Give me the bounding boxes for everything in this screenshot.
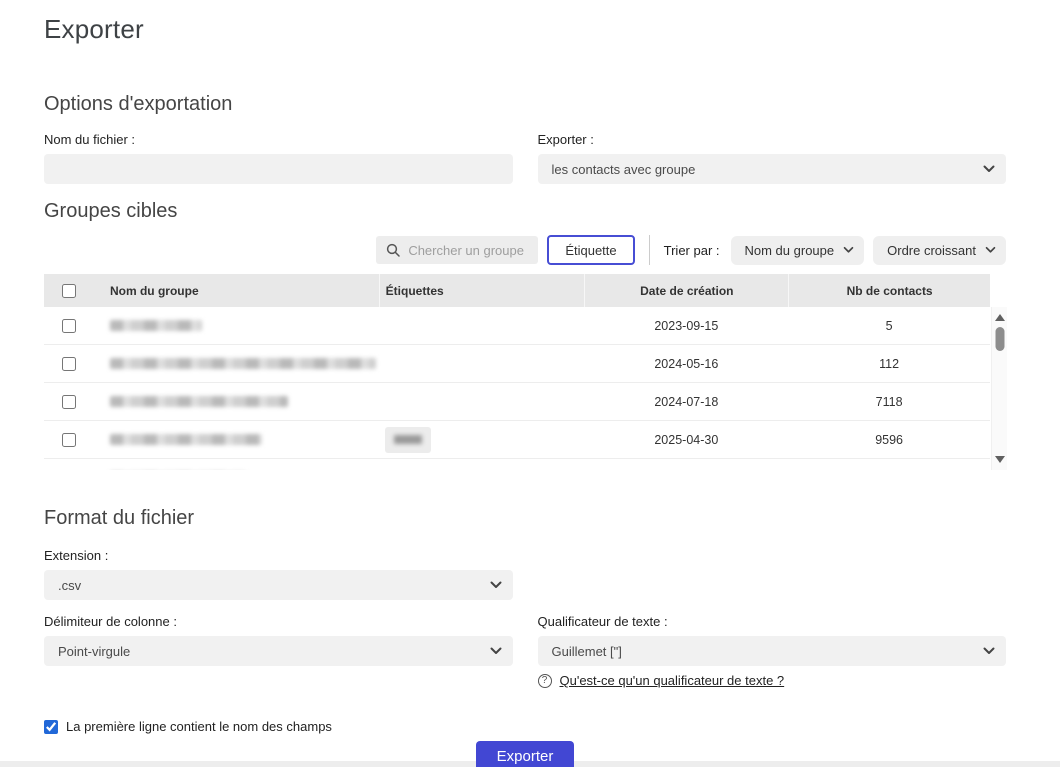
cell-date: 2024-07-18 xyxy=(584,395,788,409)
filename-label: Nom du fichier : xyxy=(44,132,513,147)
group-filter-toolbar: Étiquette Trier par : Nom du groupe Ordr… xyxy=(44,235,1006,265)
group-table-body: 2023-09-15 5 2024-05-16 112 2024-07-18 7… xyxy=(44,307,990,470)
filename-input[interactable] xyxy=(44,154,513,184)
cell-date: 2024-05-16 xyxy=(584,357,788,371)
redacted-group-name xyxy=(110,396,288,407)
delimiter-value: Point-virgule xyxy=(58,644,130,659)
tag-chip xyxy=(385,427,431,453)
row-checkbox[interactable] xyxy=(62,357,76,371)
cell-contacts: 9596 xyxy=(788,433,990,447)
groups-section-heading: Groupes cibles xyxy=(44,200,1006,223)
qualifier-label: Qualificateur de texte : xyxy=(538,614,1007,629)
cell-date: 2025-04-30 xyxy=(584,433,788,447)
toolbar-divider xyxy=(649,235,650,265)
export-button[interactable]: Exporter xyxy=(476,741,575,767)
sort-order-value: Ordre croissant xyxy=(887,243,976,258)
chevron-down-icon xyxy=(983,165,995,173)
column-header-tags: Étiquettes xyxy=(379,274,585,307)
scrollbar-thumb[interactable] xyxy=(995,327,1004,351)
qualifier-help-link[interactable]: Qu'est-ce qu'un qualificateur de texte ? xyxy=(560,673,785,688)
column-header-date: Date de création xyxy=(584,274,788,307)
chevron-down-icon xyxy=(985,247,996,254)
search-icon xyxy=(386,243,400,257)
redacted-group-name xyxy=(110,358,376,369)
row-checkbox[interactable] xyxy=(62,433,76,447)
group-search-input[interactable] xyxy=(408,243,528,258)
help-icon: ? xyxy=(538,674,552,688)
cell-date: 2023-09-15 xyxy=(584,319,788,333)
cell-contacts: 5 xyxy=(788,319,990,333)
column-header-contacts: Nb de contacts xyxy=(788,274,990,307)
redacted-group-name xyxy=(110,320,202,331)
groups-table-header: Nom du groupe Étiquettes Date de créatio… xyxy=(44,274,990,307)
extension-label: Extension : xyxy=(44,548,513,563)
sort-field-select[interactable]: Nom du groupe xyxy=(731,236,865,265)
sort-by-label: Trier par : xyxy=(664,243,720,258)
options-section-heading: Options d'exportation xyxy=(44,93,1006,116)
page-title: Exporter xyxy=(44,14,1006,45)
extension-select[interactable]: .csv xyxy=(44,570,513,600)
sort-order-select[interactable]: Ordre croissant xyxy=(873,236,1006,265)
chevron-down-icon xyxy=(843,247,854,254)
row-checkbox[interactable] xyxy=(62,319,76,333)
cell-contacts: 7118 xyxy=(788,395,990,409)
table-scrollbar[interactable] xyxy=(991,307,1007,470)
qualifier-select[interactable]: Guillemet ["] xyxy=(538,636,1007,666)
column-header-name: Nom du groupe xyxy=(94,284,379,298)
redacted-tag-label xyxy=(394,435,422,444)
export-page: Exporter Options d'exportation Nom du fi… xyxy=(0,0,1060,767)
format-section-heading: Format du fichier xyxy=(44,507,1006,530)
scroll-up-icon[interactable] xyxy=(995,314,1005,321)
groups-table: Nom du groupe Étiquettes Date de créatio… xyxy=(44,274,1007,470)
select-all-checkbox[interactable] xyxy=(62,284,76,298)
table-row: 2024-12-19 84 xyxy=(44,459,990,470)
row-checkbox[interactable] xyxy=(62,395,76,409)
redacted-group-name xyxy=(110,434,262,445)
cell-contacts: 112 xyxy=(788,357,990,371)
chevron-down-icon xyxy=(983,647,995,655)
scroll-down-icon[interactable] xyxy=(995,456,1005,463)
delimiter-label: Délimiteur de colonne : xyxy=(44,614,513,629)
table-row: 2025-04-30 9596 xyxy=(44,421,990,459)
sort-field-value: Nom du groupe xyxy=(745,243,835,258)
first-line-checkbox[interactable] xyxy=(44,720,58,734)
group-search-box[interactable] xyxy=(376,236,538,264)
table-row: 2024-05-16 112 xyxy=(44,345,990,383)
table-row: 2024-07-18 7118 xyxy=(44,383,990,421)
chevron-down-icon xyxy=(490,581,502,589)
delimiter-select[interactable]: Point-virgule xyxy=(44,636,513,666)
chevron-down-icon xyxy=(490,647,502,655)
qualifier-value: Guillemet ["] xyxy=(552,644,622,659)
extension-value: .csv xyxy=(58,578,81,593)
table-row: 2023-09-15 5 xyxy=(44,307,990,345)
export-target-value: les contacts avec groupe xyxy=(552,162,696,177)
export-target-select[interactable]: les contacts avec groupe xyxy=(538,154,1007,184)
first-line-label: La première ligne contient le nom des ch… xyxy=(66,719,332,734)
tag-filter-button[interactable]: Étiquette xyxy=(547,235,634,265)
export-target-label: Exporter : xyxy=(538,132,1007,147)
